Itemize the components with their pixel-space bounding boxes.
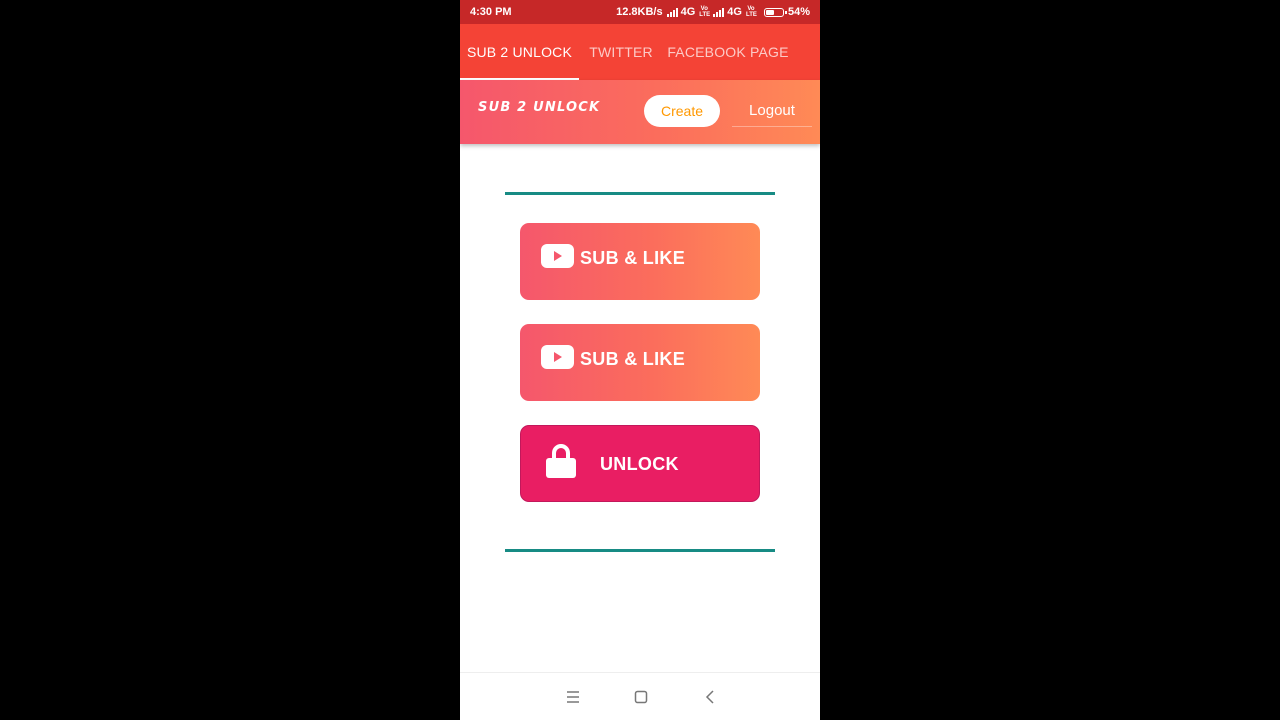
sub-like-button-2[interactable]: SUB & LIKE (520, 324, 760, 401)
youtube-icon (541, 244, 574, 268)
unlock-button[interactable]: UNLOCK (520, 425, 760, 502)
volte-icon: Vo LTE (699, 6, 711, 18)
create-button[interactable]: Create (644, 95, 720, 127)
tab-label: SUB 2 UNLOCK (466, 44, 573, 60)
tab-label: TWITTER (589, 44, 653, 60)
tab-bar: SUB 2 UNLOCK TWITTER FACEBOOK PAGE (460, 24, 820, 80)
unlock-label: UNLOCK (600, 454, 679, 474)
sub-like-label: SUB & LIKE (580, 349, 686, 369)
signal-icon (666, 7, 678, 17)
bottom-divider (505, 549, 775, 552)
network-type-1: 4G (680, 6, 696, 18)
tab-facebook-page[interactable]: FACEBOOK PAGE (663, 24, 793, 80)
logout-button[interactable]: Logout (732, 95, 812, 127)
volte-icon-2: Vo LTE (745, 6, 757, 18)
status-time: 4:30 PM (470, 6, 512, 18)
top-divider (505, 192, 775, 195)
navigation-bar (460, 672, 820, 720)
app-header: SUB 2 UNLOCK Create Logout (460, 80, 820, 144)
battery-icon (763, 7, 787, 17)
phone-screen: 4:30 PM 12.8KB/s 4G Vo LTE 4G Vo LTE 54% S… (460, 0, 820, 720)
sub-like-button-1[interactable]: SUB & LIKE (520, 223, 760, 300)
menu-icon[interactable] (561, 685, 585, 709)
tab-sub-2-unlock[interactable]: SUB 2 UNLOCK (460, 24, 579, 80)
status-indicators: 12.8KB/s 4G Vo LTE 4G Vo LTE 54% (616, 6, 810, 18)
status-bar: 4:30 PM 12.8KB/s 4G Vo LTE 4G Vo LTE 54% (460, 0, 820, 24)
network-type-2: 4G (727, 6, 742, 18)
youtube-icon (541, 345, 574, 369)
back-chevron-icon[interactable] (698, 685, 722, 709)
sub-like-label: SUB & LIKE (580, 248, 686, 268)
lock-icon (546, 444, 576, 478)
signal-icon-2 (713, 7, 725, 17)
network-speed: 12.8KB/s (616, 6, 663, 18)
app-title: SUB 2 UNLOCK (478, 100, 601, 115)
tab-twitter[interactable]: TWITTER (579, 24, 663, 80)
battery-percent: 54% (787, 6, 810, 18)
home-square-icon[interactable] (629, 685, 653, 709)
tab-label: FACEBOOK PAGE (667, 44, 789, 60)
